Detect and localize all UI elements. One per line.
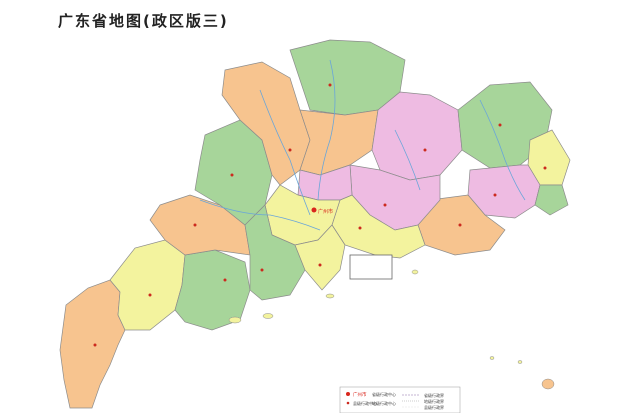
legend-boundary-3: 县级行政界 bbox=[424, 404, 444, 410]
legend-capital-note: 省级行政中心 bbox=[372, 391, 396, 397]
legend-city-note: 地级行政中心 bbox=[372, 400, 396, 406]
capital-label: 广州市 bbox=[318, 208, 333, 215]
legend-boundary-1: 省级行政界 bbox=[424, 392, 444, 398]
legend-boundary-2: 地级行政界 bbox=[424, 398, 444, 404]
hongkong-macau-box bbox=[349, 254, 393, 280]
legend: 广州市 省级行政中心 县级行政中心 地级行政中心 省级行政界 地级行政界 县级行… bbox=[339, 386, 461, 413]
legend-capital: 广州市 bbox=[353, 391, 367, 398]
guangdong-map[interactable]: 广州市 广州市 省级行政中心 县级行政中心 地级行政中心 省级行政界 地级行政界… bbox=[0, 0, 640, 413]
